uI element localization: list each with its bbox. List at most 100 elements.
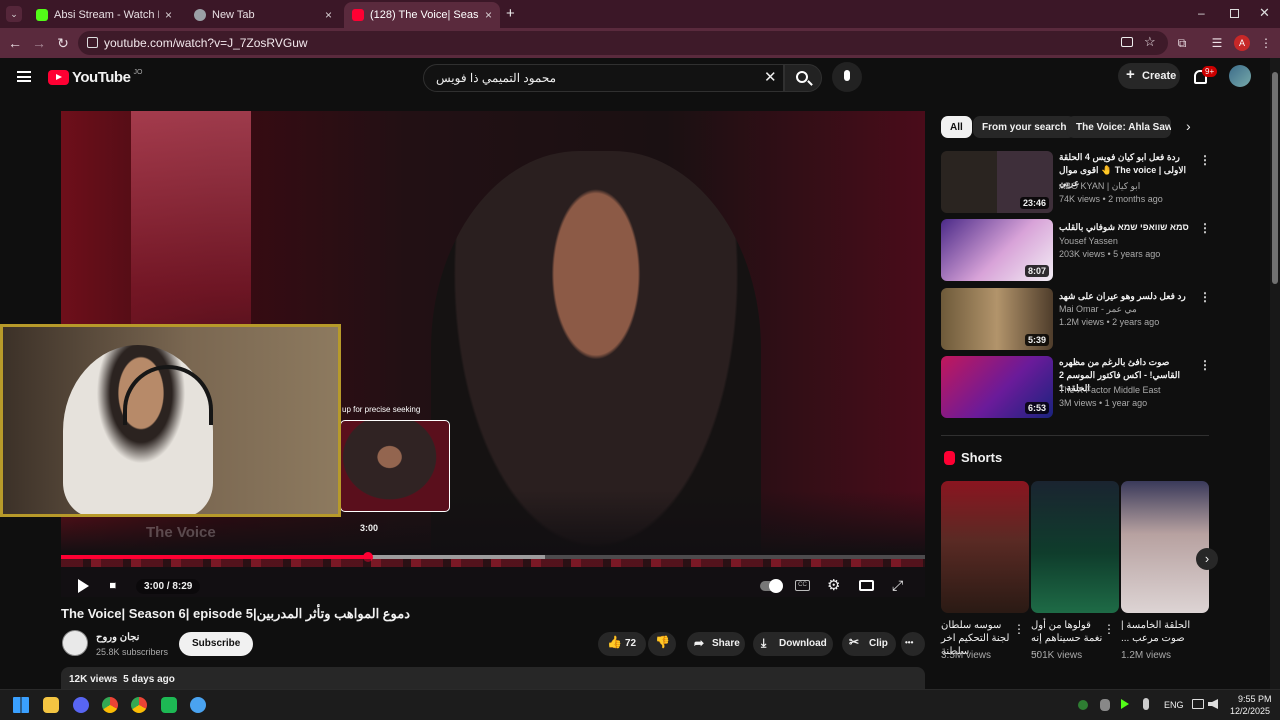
search-button[interactable]	[784, 64, 822, 92]
chip-from-your-search[interactable]: From your search	[973, 116, 1076, 138]
app-icon[interactable]	[190, 697, 206, 713]
search-value: محمود التميمي ذا فويس	[436, 71, 557, 85]
fullscreen-icon[interactable]: ⤢	[892, 578, 903, 592]
short-thumbnail[interactable]	[1121, 481, 1209, 613]
file-explorer-icon[interactable]	[43, 697, 59, 713]
more-options-icon[interactable]: ⋮	[1199, 358, 1211, 372]
settings-gear-icon[interactable]: ⚙	[827, 578, 840, 593]
clip-button[interactable]: ✂ Clip	[842, 632, 896, 656]
short-more-icon[interactable]: ⋮	[1013, 622, 1025, 636]
address-bar[interactable]: youtube.com/watch?v=J_7ZosRVGuw ☆	[78, 31, 1168, 55]
tray-status-icon[interactable]	[1078, 700, 1088, 710]
recommendation-thumbnail: 6:53	[941, 356, 1053, 418]
app-icon[interactable]	[161, 697, 177, 713]
theater-mode-icon[interactable]	[859, 580, 874, 591]
chip-all[interactable]: All	[941, 116, 972, 138]
tab-youtube[interactable]: (128) The Voice| Season 6| epis ×	[344, 2, 500, 28]
short-views: 3.5M views	[941, 650, 992, 661]
recommendation-item[interactable]: 8:07 סמא שוואפי שמא شوفاني بالقلب Yousef…	[941, 219, 1211, 281]
tab-new-tab[interactable]: New Tab ×	[186, 2, 340, 28]
reading-list-icon[interactable]: ☰	[1209, 35, 1225, 51]
bookmark-star-icon[interactable]: ☆	[1144, 34, 1156, 50]
site-info-icon[interactable]	[87, 37, 98, 48]
hamburger-menu-icon[interactable]	[17, 71, 31, 82]
search-input[interactable]: محمود التميمي ذا فويس ✕	[423, 64, 784, 92]
autoplay-toggle[interactable]	[760, 579, 783, 593]
install-icon[interactable]	[1121, 37, 1133, 47]
short-title: الحلقة الخامسة | صوت مرعب ...	[1121, 620, 1191, 644]
network-icon[interactable]	[1192, 699, 1204, 709]
share-button[interactable]: ➦ Share	[687, 632, 745, 656]
description-box[interactable]: 12K views 5 days ago	[61, 667, 925, 689]
recommendation-meta: 203K views • 5 years ago	[1059, 249, 1161, 259]
dislike-button[interactable]: 👎	[648, 632, 676, 656]
youtube-logo[interactable]: YouTube JO	[48, 69, 142, 86]
minimize-icon[interactable]: –	[1198, 6, 1210, 20]
voice-search-button[interactable]	[832, 62, 862, 92]
duration-badge: 5:39	[1024, 334, 1049, 346]
reload-icon[interactable]: ↻	[55, 35, 71, 51]
short-thumbnail[interactable]	[1031, 481, 1119, 613]
recommendation-title: رد فعل دلسر وهو عيران على شهد	[1059, 291, 1186, 301]
menu-icon[interactable]: ⋮	[1258, 35, 1274, 51]
captions-icon[interactable]: CC	[795, 580, 810, 591]
subscribe-button[interactable]: Subscribe	[179, 632, 254, 656]
language-indicator[interactable]: ENG	[1164, 700, 1184, 710]
speaker-icon[interactable]	[1208, 699, 1218, 709]
discord-icon[interactable]	[73, 697, 89, 713]
tab-search-icon[interactable]: ⌄	[6, 6, 22, 22]
shorts-title: Shorts	[961, 450, 1003, 465]
recommendation-item[interactable]: 5:39 رد فعل دلسر وهو عيران على شهد Mai O…	[941, 288, 1211, 350]
browser-tabstrip: ⌄ Absi Stream - Watch Live on Ki × New T…	[0, 0, 1280, 28]
more-options-icon[interactable]: ⋮	[1199, 153, 1211, 167]
new-tab-button[interactable]: +	[506, 5, 515, 22]
profile-avatar[interactable]: A	[1234, 35, 1250, 51]
more-options-icon[interactable]: ⋮	[1199, 290, 1211, 304]
chrome-icon[interactable]	[102, 697, 118, 713]
more-options-icon[interactable]: ⋮	[1199, 221, 1211, 235]
subscriber-count: 25.8K subscribers	[96, 647, 169, 657]
tab-kick[interactable]: Absi Stream - Watch Live on Ki ×	[28, 2, 180, 28]
recommendation-thumbnail: 23:46	[941, 151, 1053, 213]
short-thumbnail[interactable]	[941, 481, 1029, 613]
like-button[interactable]: 👍 72	[598, 632, 646, 656]
back-icon[interactable]: ←	[7, 35, 23, 51]
clock-date[interactable]: 12/2/2025	[1230, 706, 1270, 716]
maximize-icon[interactable]	[1230, 9, 1239, 18]
clip-label: Clip	[869, 638, 888, 649]
kick-icon	[36, 9, 48, 21]
more-actions-button[interactable]: •••	[901, 632, 925, 656]
shorts-next-chevron-icon[interactable]: ›	[1196, 548, 1218, 570]
close-tab-icon[interactable]: ×	[485, 8, 492, 22]
seek-hint: up for precise seeking	[342, 405, 421, 414]
forward-icon[interactable]: →	[31, 35, 47, 51]
short-more-icon[interactable]: ⋮	[1103, 622, 1115, 636]
clear-search-icon[interactable]: ✕	[764, 68, 777, 86]
windows-start-icon[interactable]	[13, 697, 29, 713]
download-button[interactable]: ⤓ Download	[753, 632, 833, 656]
play-button[interactable]	[78, 579, 89, 593]
tray-icon[interactable]	[1100, 699, 1110, 711]
chip-the-voice[interactable]: The Voice: Ahla Sawt	[1067, 116, 1171, 138]
recommendation-channel: The X Factor Middle East	[1059, 385, 1161, 395]
chips-next-chevron-icon[interactable]: ›	[1186, 118, 1191, 134]
create-button[interactable]: + Create	[1118, 63, 1180, 89]
tray-play-icon[interactable]	[1121, 699, 1129, 709]
recommendation-item[interactable]: 6:53 صوت دافئ بالرغم من مظهره القاسي! - …	[941, 356, 1211, 418]
channel-avatar[interactable]	[62, 630, 88, 656]
clock-time[interactable]: 9:55 PM	[1238, 694, 1272, 704]
plus-icon: +	[1126, 66, 1135, 83]
page-scrollbar[interactable]	[1270, 58, 1280, 689]
tray-mic-icon[interactable]	[1143, 698, 1149, 710]
recommendation-item[interactable]: 23:46 ردة فعل ابو كيان فويس 4 الحلقة الا…	[941, 151, 1211, 213]
chrome-icon[interactable]	[131, 697, 147, 713]
extensions-icon[interactable]: ⧉	[1174, 35, 1190, 51]
close-tab-icon[interactable]: ×	[165, 8, 172, 22]
close-window-icon[interactable]: ✕	[1259, 5, 1270, 21]
close-tab-icon[interactable]: ×	[325, 8, 332, 22]
tab-title: New Tab	[212, 9, 255, 21]
channel-name[interactable]: نجان وروح	[96, 632, 139, 643]
seek-preview-time: 3:00	[360, 523, 379, 533]
heatmap-strip	[61, 559, 925, 567]
account-avatar[interactable]	[1229, 65, 1251, 87]
